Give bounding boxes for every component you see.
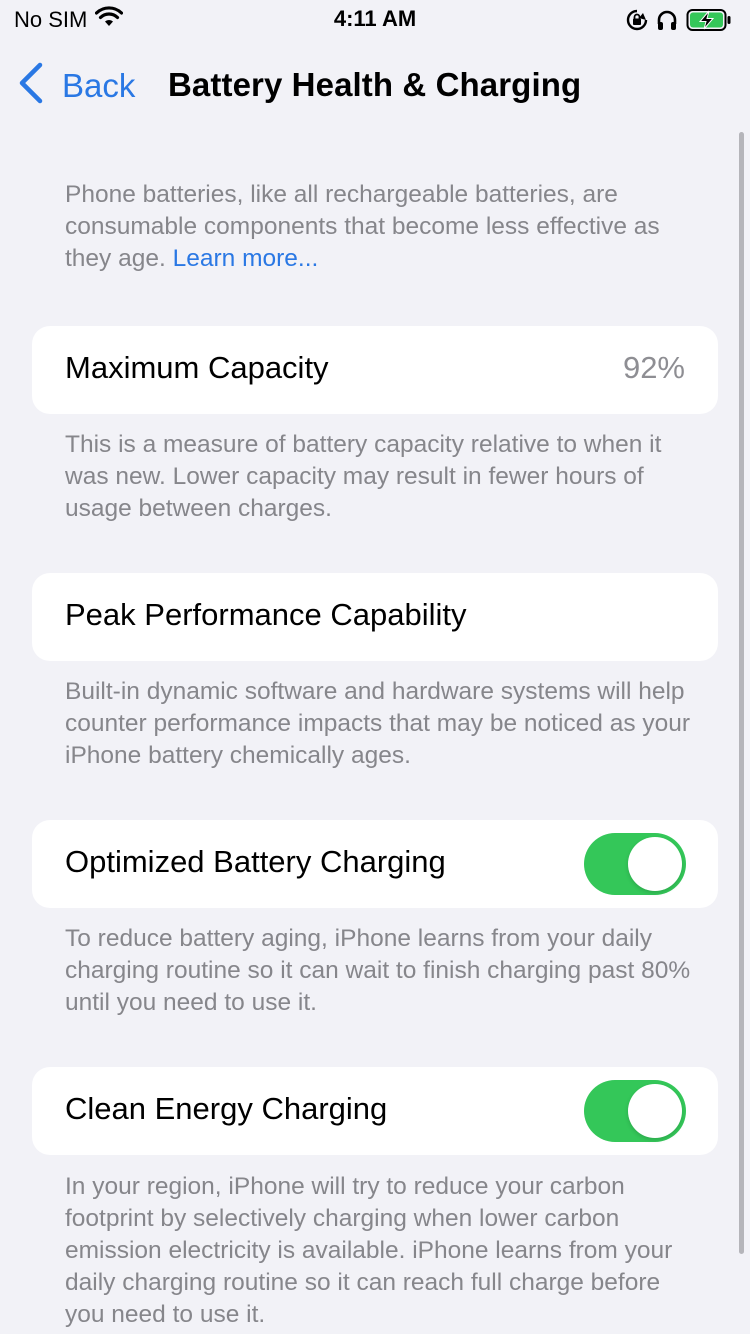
toggle-knob	[628, 1084, 682, 1138]
status-bar: No SIM 4:11 AM	[0, 0, 750, 40]
clean-energy-description: In your region, iPhone will try to reduc…	[65, 1173, 673, 1328]
maximum-capacity-label: Maximum Capacity	[65, 350, 329, 385]
optimized-charging-row: Optimized Battery Charging	[32, 820, 718, 908]
peak-performance-description: Built-in dynamic software and hardware s…	[65, 678, 691, 769]
intro-description: Phone batteries, like all rechargeable b…	[65, 179, 705, 275]
clean-energy-toggle[interactable]	[584, 1080, 686, 1142]
back-label: Back	[62, 66, 136, 104]
toggle-knob	[628, 837, 682, 891]
maximum-capacity-row: Maximum Capacity 92%	[32, 326, 718, 414]
peak-performance-row: Peak Performance Capability	[32, 573, 718, 661]
learn-more-link[interactable]: Learn more...	[173, 245, 319, 272]
scroll-indicator[interactable]	[739, 132, 744, 1254]
status-bar-right	[626, 8, 732, 37]
maximum-capacity-description: This is a measure of battery capacity re…	[65, 431, 662, 522]
back-button[interactable]: Back	[18, 62, 135, 109]
optimized-charging-toggle[interactable]	[584, 833, 686, 895]
orientation-lock-icon	[626, 9, 648, 36]
clean-energy-label: Clean Energy Charging	[65, 1091, 388, 1126]
maximum-capacity-value: 92%	[622, 350, 685, 385]
navigation-bar: Back Battery Health & Charging	[0, 56, 750, 116]
peak-performance-label: Peak Performance Capability	[65, 597, 467, 632]
battery-charging-icon	[686, 8, 732, 37]
optimized-charging-label: Optimized Battery Charging	[65, 844, 446, 879]
intro-text: Phone batteries, like all rechargeable b…	[65, 181, 660, 272]
optimized-charging-description: To reduce battery aging, iPhone learns f…	[65, 925, 691, 1016]
clean-energy-row: Clean Energy Charging	[32, 1067, 718, 1155]
chevron-left-icon	[18, 62, 44, 109]
headphones-icon	[656, 9, 678, 36]
page-title: Battery Health & Charging	[168, 66, 582, 103]
